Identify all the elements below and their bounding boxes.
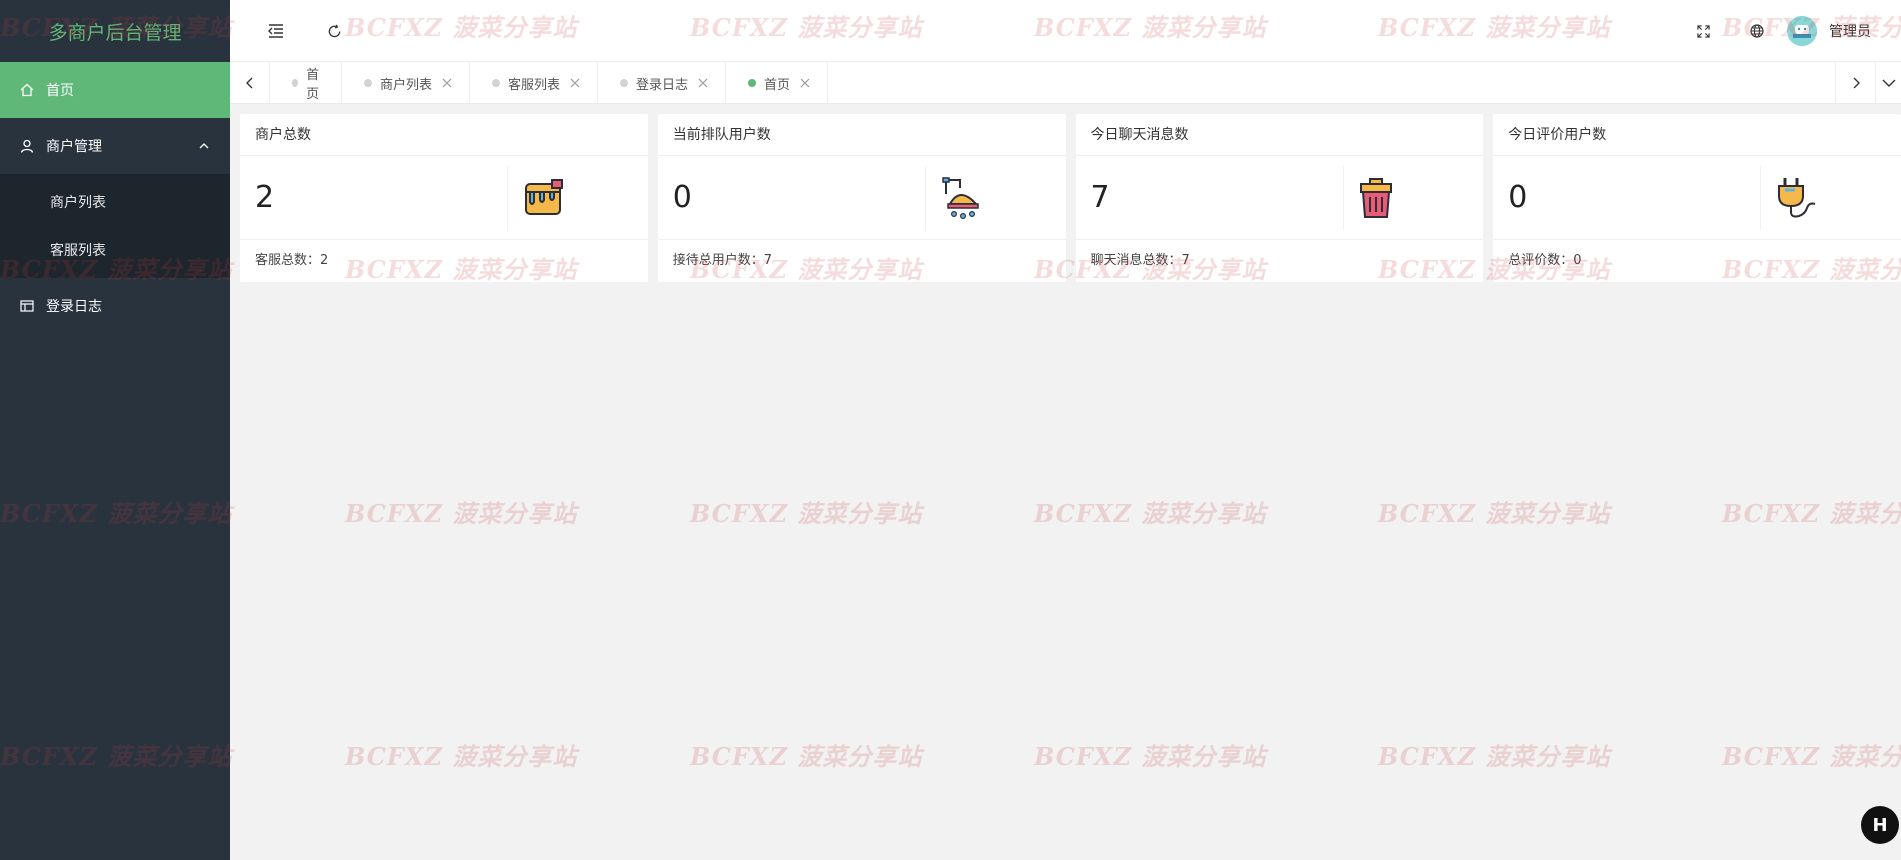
menu-fold-icon [268,24,283,38]
tab-label: 商户列表 [380,77,433,93]
close-icon[interactable] [568,76,582,90]
watermark: BCFXZ 菠菜分享站 [1378,499,1611,528]
sidebar-item-home[interactable]: 首页 [0,62,230,118]
sidebar-item-login-log[interactable]: 登录日志 [0,278,230,334]
card-footer: 聊天消息总数：7 [1090,253,1190,268]
tab-list: 首页 商户列表 客服列表 登录日志 首页 [270,62,829,104]
paint-bucket-icon [525,178,563,215]
sidebar: 多商户后台管理 首页 商户管理 商户列表 客服列表 登录日志 [0,0,230,860]
sidebar-item-label: 商户管理 [46,139,102,155]
tab-scroll-right-button[interactable] [1835,62,1875,104]
collapse-menu-button[interactable] [260,15,292,47]
card-value: 0 [1493,165,1762,230]
fullscreen-icon [1696,24,1710,38]
tab-label: 首页 [764,77,791,93]
chevron-right-icon [1853,77,1860,89]
watermark: BCFXZ 菠菜分享站 [1034,499,1267,528]
avatar [1787,16,1817,46]
app-logo[interactable]: 多商户后台管理 [0,0,230,62]
plug-icon [1778,177,1816,217]
watermark: BCFXZ 菠菜分享站 [1378,742,1611,771]
sidebar-item-label: 首页 [46,83,74,99]
tab-bar: 首页 商户列表 客服列表 登录日志 首页 [230,62,1901,104]
home-icon [20,83,34,97]
tab-service-list[interactable]: 客服列表 [470,62,599,104]
card-value: 2 [240,165,508,230]
card-title: 今日聊天消息数 [1075,114,1484,156]
user-menu[interactable]: 管理员 [1787,14,1871,48]
submenu-merchant: 商户列表 客服列表 [0,174,230,278]
stat-card-reviews: 今日评价用户数 0 总评价数：0 [1493,114,1901,282]
stat-card-messages: 今日聊天消息数 7 聊天消息总数：7 [1075,114,1484,282]
watermark: BCFXZ 菠菜分享站 [690,499,923,528]
card-footer: 接待总用户数：7 [672,253,773,268]
tab-label: 登录日志 [636,77,689,93]
close-icon[interactable] [696,76,710,90]
watermark: BCFXZ 菠菜分享站 [1722,499,1901,528]
sidebar-item-service-list[interactable]: 客服列表 [0,226,230,274]
card-value: 7 [1076,165,1344,230]
card-footer: 客服总数：2 [255,253,329,268]
floating-assistant-button[interactable]: H [1861,806,1899,844]
tab-dot [748,79,757,87]
stat-card-queue: 当前排队用户数 0 接待总用户数：7 [657,114,1066,282]
tab-label: 客服列表 [508,77,561,93]
card-title: 当前排队用户数 [657,114,1066,156]
refresh-icon [328,24,340,37]
chevron-down-icon [1882,79,1895,87]
trash-bin-icon [1359,177,1392,218]
watermark: BCFXZ 菠菜分享站 [1722,742,1901,771]
tab-login-log[interactable]: 登录日志 [598,62,727,104]
tab-scroll-left-button[interactable] [230,62,270,104]
globe-icon [1750,24,1764,38]
card-footer: 总评价数：0 [1508,253,1582,268]
watermark: BCFXZ 菠菜分享站 [345,499,578,528]
stat-card-merchants: 商户总数 2 客服总数：2 [240,114,648,282]
watermark: BCFXZ 菠菜分享站 [690,742,923,771]
tab-dot [620,79,629,87]
tab-dot [492,79,501,87]
shower-icon [942,176,979,219]
card-title: 商户总数 [240,114,648,156]
close-icon[interactable] [440,76,454,90]
stat-cards: 商户总数 2 客服总数：2 当前排队用户数 0 接待总用户数：7 今日聊天消息数… [240,114,1901,282]
tab-dot [292,79,299,87]
language-button[interactable] [1741,15,1773,47]
watermark: BCFXZ 菠菜分享站 [345,742,578,771]
fullscreen-button[interactable] [1687,15,1719,47]
tab-dot [364,79,372,87]
tab-label: 首页 [306,68,320,102]
close-icon[interactable] [798,76,812,90]
tab-home[interactable]: 首页 [270,62,342,104]
chevron-left-icon [245,77,252,89]
sidebar-item-merchant-list[interactable]: 商户列表 [0,178,230,226]
refresh-button[interactable] [318,15,350,47]
user-name: 管理员 [1829,24,1871,40]
tab-home-current[interactable]: 首页 [726,62,829,104]
watermark: BCFXZ 菠菜分享站 [1034,742,1267,771]
top-header: 管理员 [230,0,1901,62]
card-value: 0 [658,165,926,230]
chevron-up-icon [198,140,210,152]
assistant-icon: H [1872,814,1888,836]
tab-menu-button[interactable] [1875,62,1901,104]
card-title: 今日评价用户数 [1493,114,1901,156]
tab-merchant-list[interactable]: 商户列表 [342,62,471,104]
user-icon [20,139,34,153]
log-icon [20,299,34,313]
sidebar-item-label: 登录日志 [46,299,102,315]
sidebar-item-merchant-management[interactable]: 商户管理 [0,118,230,174]
